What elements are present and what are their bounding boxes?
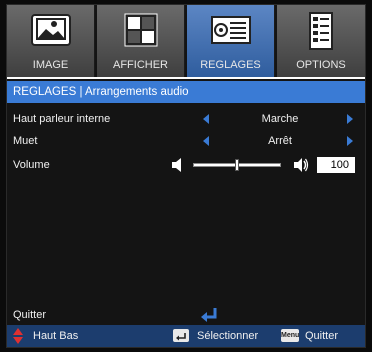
image-icon	[30, 14, 71, 46]
volume-slider[interactable]	[193, 159, 281, 171]
up-down-icon	[13, 328, 23, 344]
tab-label: OPTIONS	[296, 59, 346, 71]
menu-key-icon: Menu	[281, 329, 299, 342]
tab-label: AFFICHER	[113, 59, 168, 71]
tab-bar: IMAGE AFFICHER REGLAGES OPTIONS	[7, 5, 365, 77]
enter-key-icon	[173, 329, 189, 342]
arrow-right-icon[interactable]	[347, 114, 353, 124]
breadcrumb: REGLAGES | Arrangements audio	[7, 81, 365, 103]
tab-label: REGLAGES	[200, 59, 261, 71]
footer-quit-label: Quitter	[305, 330, 339, 342]
tab-divider	[7, 77, 365, 79]
tab-image[interactable]: IMAGE	[7, 5, 95, 77]
arrow-left-icon[interactable]	[203, 136, 209, 146]
display-icon	[124, 13, 157, 47]
arrow-left-icon[interactable]	[203, 114, 209, 124]
tab-display[interactable]: AFFICHER	[97, 5, 185, 77]
quit-row[interactable]: Quitter	[7, 305, 365, 325]
tab-label: IMAGE	[32, 59, 69, 71]
row-label: Muet	[13, 135, 38, 147]
speaker-row[interactable]: Haut parleur interne Marche	[7, 109, 365, 129]
speaker-low-icon	[172, 158, 181, 172]
row-label: Haut parleur interne	[13, 113, 111, 125]
speaker-high-icon	[294, 158, 309, 172]
quit-label: Quitter	[13, 309, 47, 321]
footer-bar: Haut Bas Sélectionner Menu Quitter	[7, 325, 365, 347]
osd-menu: IMAGE AFFICHER REGLAGES OPTIONS REGLAGES…	[6, 4, 366, 348]
mute-row[interactable]: Muet Arrêt	[7, 131, 365, 151]
settings-icon	[210, 16, 251, 44]
slider-knob[interactable]	[235, 159, 239, 171]
tab-options[interactable]: OPTIONS	[277, 5, 365, 77]
row-label: Volume	[13, 159, 50, 171]
footer-updown-label: Haut Bas	[33, 330, 79, 342]
speaker-value: Marche	[261, 113, 299, 125]
mute-value: Arrêt	[268, 135, 292, 147]
tab-settings[interactable]: REGLAGES	[187, 5, 275, 77]
arrow-right-icon[interactable]	[347, 136, 353, 146]
options-icon	[309, 12, 333, 50]
enter-icon[interactable]	[199, 306, 219, 324]
volume-row[interactable]: Volume 100	[7, 155, 365, 175]
footer-select-label: Sélectionner	[197, 330, 259, 342]
volume-value: 100	[317, 157, 355, 173]
